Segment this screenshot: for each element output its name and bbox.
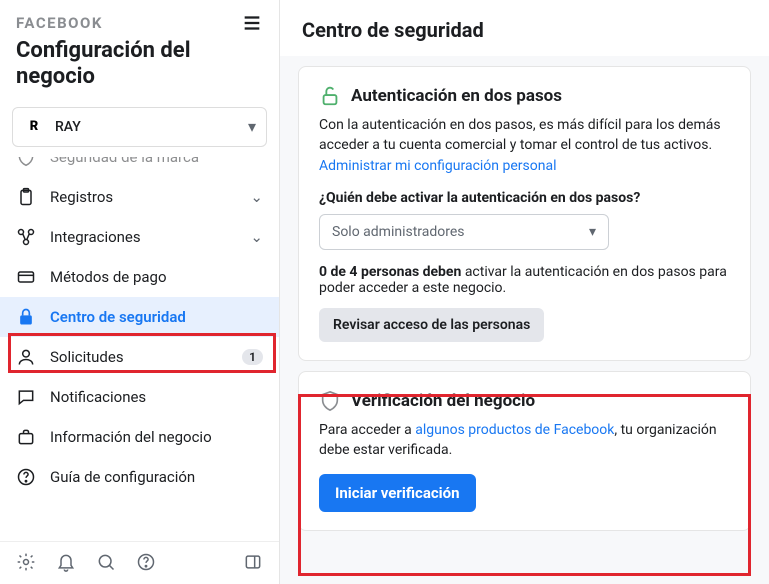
- nav-label: Guía de configuración: [50, 468, 263, 486]
- twofa-status: 0 de 4 personas deben activar la autenti…: [319, 264, 730, 296]
- card-twofa: Autenticación en dos pasos Con la autent…: [298, 66, 751, 361]
- hamburger-icon[interactable]: [241, 12, 263, 34]
- manage-settings-link[interactable]: Administrar mi configuración personal: [319, 158, 557, 174]
- card-verification: Verificación del negocio Para acceder a …: [298, 371, 751, 532]
- shield-icon: [319, 390, 341, 412]
- sidebar-item-security[interactable]: Centro de seguridad: [0, 297, 279, 337]
- credit-card-icon: [16, 267, 36, 287]
- nav-label: Centro de seguridad: [50, 308, 263, 326]
- account-selector[interactable]: R RAY ▾: [12, 107, 267, 147]
- card-desc: Con la autenticación en dos pasos, es má…: [319, 115, 730, 176]
- search-icon[interactable]: [96, 552, 116, 572]
- clipboard-icon: [16, 187, 36, 207]
- chevron-down-icon: ⌄: [250, 228, 263, 246]
- review-access-button[interactable]: Revisar acceso de las personas: [319, 308, 544, 342]
- briefcase-icon: [16, 427, 36, 447]
- account-logo: R: [23, 116, 45, 138]
- account-name: RAY: [55, 119, 248, 135]
- caret-down-icon: ▾: [589, 224, 596, 240]
- sidebar-item-info[interactable]: Información del negocio: [0, 417, 279, 457]
- help-circle-icon: [16, 467, 36, 487]
- twofa-select[interactable]: Solo administradores ▾: [319, 214, 609, 250]
- nav-label: Seguridad de la marca: [50, 157, 263, 166]
- shield-icon: [16, 157, 36, 167]
- sidebar-item-solicitudes[interactable]: Solicitudes 1: [0, 337, 279, 377]
- bottom-toolbar: [0, 541, 279, 584]
- nav-label: Métodos de pago: [50, 268, 263, 286]
- nav-label: Solicitudes: [50, 348, 242, 366]
- sidebar-item-registros[interactable]: Registros ⌄: [0, 177, 279, 217]
- main: Centro de seguridad Autenticación en dos…: [280, 0, 769, 584]
- sidebar-item-guia[interactable]: Guía de configuración: [0, 457, 279, 497]
- nav-label: Información del negocio: [50, 428, 263, 446]
- main-heading: Centro de seguridad: [280, 0, 769, 56]
- page-title: Configuración del negocio: [0, 38, 279, 103]
- sidebar-item-integraciones[interactable]: Integraciones ⌄: [0, 217, 279, 257]
- unlock-icon: [319, 85, 341, 107]
- integrations-icon: [16, 227, 36, 247]
- sidebar-item-pagos[interactable]: Métodos de pago: [0, 257, 279, 297]
- sidebar-item-brand-safety[interactable]: Seguridad de la marca: [0, 157, 279, 177]
- nav-label: Integraciones: [50, 228, 250, 246]
- chevron-down-icon: ⌄: [250, 188, 263, 206]
- products-link[interactable]: algunos productos de Facebook: [415, 422, 614, 438]
- sidebar-item-notificaciones[interactable]: Notificaciones: [0, 377, 279, 417]
- gear-icon[interactable]: [16, 552, 36, 572]
- card-title: Verificación del negocio: [351, 391, 535, 411]
- nav-label: Notificaciones: [50, 388, 263, 406]
- caret-down-icon: ▾: [248, 117, 256, 136]
- panel-toggle-icon[interactable]: [243, 552, 263, 572]
- twofa-question: ¿Quién debe activar la autenticación en …: [319, 190, 730, 206]
- bell-icon[interactable]: [56, 552, 76, 572]
- person-icon: [16, 347, 36, 367]
- chat-icon: [16, 387, 36, 407]
- card-desc: Para acceder a algunos productos de Face…: [319, 420, 730, 461]
- brand-label: FACEBOOK: [16, 14, 103, 32]
- nav: Seguridad de la marca Registros ⌄ Integr…: [0, 157, 279, 541]
- sidebar: FACEBOOK Configuración del negocio R RAY…: [0, 0, 280, 584]
- help-icon[interactable]: [136, 552, 156, 572]
- select-value: Solo administradores: [332, 224, 465, 240]
- nav-label: Registros: [50, 188, 250, 206]
- lock-icon: [16, 307, 36, 327]
- badge: 1: [242, 349, 263, 365]
- start-verification-button[interactable]: Iniciar verificación: [319, 474, 476, 512]
- card-title: Autenticación en dos pasos: [351, 86, 562, 106]
